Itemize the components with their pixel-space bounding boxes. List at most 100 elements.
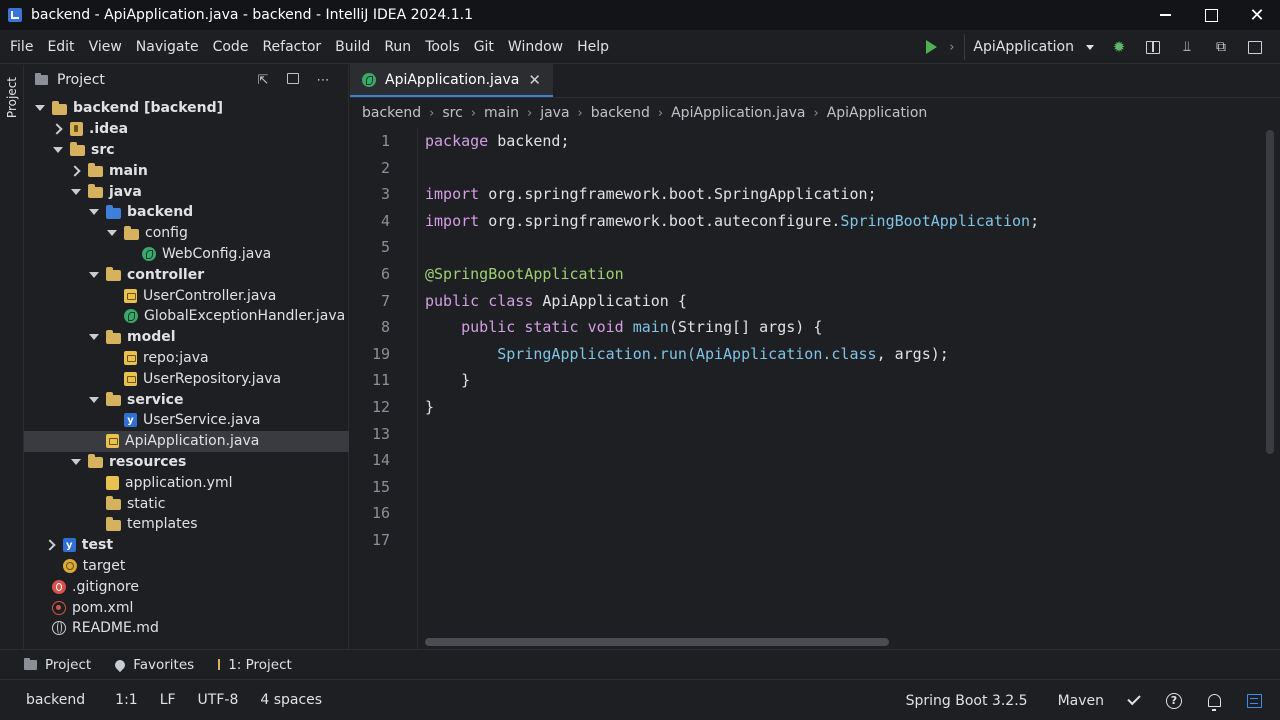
chevron-down-icon[interactable] [88,331,100,343]
status-notifications-button[interactable] [1194,694,1234,711]
code-content[interactable]: package backend; import org.springframewo… [425,128,1039,554]
menu-navigate[interactable]: Navigate [129,39,206,55]
project-panel-title[interactable]: Project [57,72,105,88]
menu-run[interactable]: Run [377,39,418,55]
status-help-button[interactable]: ? [1154,692,1194,709]
tree-item[interactable]: java [24,181,349,202]
code-line[interactable]: SpringApplication.run(ApiApplication.cla… [425,341,1039,368]
code-line[interactable]: package backend; [425,128,1039,155]
status-cursor-position[interactable]: 1:1 [115,692,138,708]
tree-item[interactable]: GlobalExceptionHandler.java [24,306,349,327]
bottom-tab-1-project[interactable]: 1: Project [218,657,292,673]
chevron-down-icon[interactable] [88,394,100,406]
layout-button[interactable] [1136,34,1170,60]
tree-item[interactable]: UserController.java [24,285,349,306]
chevron-down-icon[interactable] [88,269,100,281]
code-line[interactable] [425,474,1039,501]
tree-item[interactable]: .gitignore [24,576,349,597]
breadcrumb-item[interactable]: java [540,105,569,121]
menu-help[interactable]: Help [570,39,616,55]
tree-item[interactable]: y test [24,535,349,556]
status-encoding[interactable]: UTF-8 [198,692,239,708]
tree-item[interactable]: UserRepository.java [24,368,349,389]
run-icon[interactable] [926,40,938,54]
close-tab-icon[interactable]: ✕ [528,71,541,89]
menu-build[interactable]: Build [328,39,377,55]
tree-item[interactable]: main [24,160,349,181]
menu-window[interactable]: Window [501,39,570,55]
tree-item[interactable]: static [24,493,349,514]
code-line[interactable] [425,155,1039,182]
tree-item[interactable]: service [24,389,349,410]
status-framework[interactable]: Spring Boot 3.2.5 [906,693,1028,709]
chevron-right-icon[interactable]: › [949,40,954,55]
stripe-project-label[interactable]: Project [5,77,19,118]
menu-file[interactable]: File [3,39,40,55]
code-line[interactable] [425,234,1039,261]
tree-item[interactable]: ApiApplication.java [24,430,349,452]
code-line[interactable]: } [425,367,1039,394]
tree-item[interactable]: application.yml [24,472,349,493]
code-line[interactable]: import org.springframework.boot.SpringAp… [425,181,1039,208]
tree-item[interactable]: templates [24,514,349,535]
tree-item[interactable]: backend [24,202,349,223]
horizontal-scrollbar[interactable] [425,638,889,646]
code-line[interactable] [425,527,1039,554]
debug-button[interactable]: ✹ [1102,34,1136,60]
window-button[interactable] [1238,34,1272,60]
chevron-right-icon[interactable] [70,165,82,177]
bottom-tab-favorites[interactable]: Favorites [113,657,194,673]
code-line[interactable]: import org.springframework.boot.auteconf… [425,208,1039,235]
chevron-down-icon[interactable] [70,186,82,198]
tree-item[interactable]: y UserService.java [24,410,349,431]
vcs-button[interactable]: ⫫ [1170,34,1204,60]
status-event-log-button[interactable] [1234,693,1274,708]
chevron-down-icon[interactable] [52,144,64,156]
tree-item[interactable]: controller [24,264,349,285]
code-line[interactable]: public static void main(String[] args) { [425,314,1039,341]
code-line[interactable]: public class ApiApplication { [425,288,1039,315]
menu-git[interactable]: Git [467,39,501,55]
menu-edit[interactable]: Edit [40,39,81,55]
breadcrumb-item[interactable]: main [484,105,519,121]
breadcrumb-item[interactable]: ApiApplication [827,105,928,121]
menu-code[interactable]: Code [206,39,256,55]
chevron-right-icon[interactable] [45,539,57,551]
status-indent[interactable]: 4 spaces [260,692,322,708]
menu-tools[interactable]: Tools [418,39,467,55]
run-configuration-selector[interactable]: ApiApplication [964,34,1102,60]
tree-item[interactable]: src [24,140,349,161]
chevron-down-icon[interactable] [34,102,46,114]
tree-item[interactable]: resources [24,452,349,473]
tree-item[interactable]: backend [backend] [24,98,349,119]
code-line[interactable] [425,500,1039,527]
status-check-button[interactable] [1114,691,1154,706]
breadcrumb-item[interactable]: src [442,105,462,121]
menu-view[interactable]: View [82,39,129,55]
code-line[interactable]: @SpringBootApplication [425,261,1039,288]
tree-item[interactable]: pom.xml [24,597,349,618]
tree-item[interactable]: WebConfig.java [24,244,349,265]
tab-apiapplication[interactable]: ApiApplication.java ✕ [350,64,553,97]
breadcrumb-item[interactable]: ApiApplication.java [671,105,805,121]
tree-item[interactable]: config [24,223,349,244]
status-project[interactable]: backend [26,692,85,708]
chevron-down-icon[interactable] [88,206,100,218]
code-line[interactable] [425,447,1039,474]
collapse-all-button[interactable] [278,72,308,88]
code-area[interactable]: 1 2 3 4 5 6 7 8 19 11 12 13 14 15 16 17 package backend… [350,128,1280,649]
tree-item[interactable]: target [24,556,349,577]
minimize-button[interactable] [1142,0,1188,30]
breadcrumb-item[interactable]: backend [362,105,421,121]
status-build-tool[interactable]: Maven [1058,693,1104,709]
chevron-down-icon[interactable] [70,456,82,468]
vertical-scrollbar[interactable] [1266,130,1274,454]
breadcrumb-item[interactable]: backend [591,105,650,121]
bottom-tab-project[interactable]: Project [24,657,91,673]
more-options-button[interactable]: ⋯ [308,73,338,88]
tree-item[interactable]: model [24,327,349,348]
locate-file-button[interactable]: ⇱ [248,73,278,88]
code-line[interactable] [425,421,1039,448]
structure-button[interactable]: ⧉ [1204,34,1238,60]
tree-item[interactable]: repo:java [24,348,349,369]
